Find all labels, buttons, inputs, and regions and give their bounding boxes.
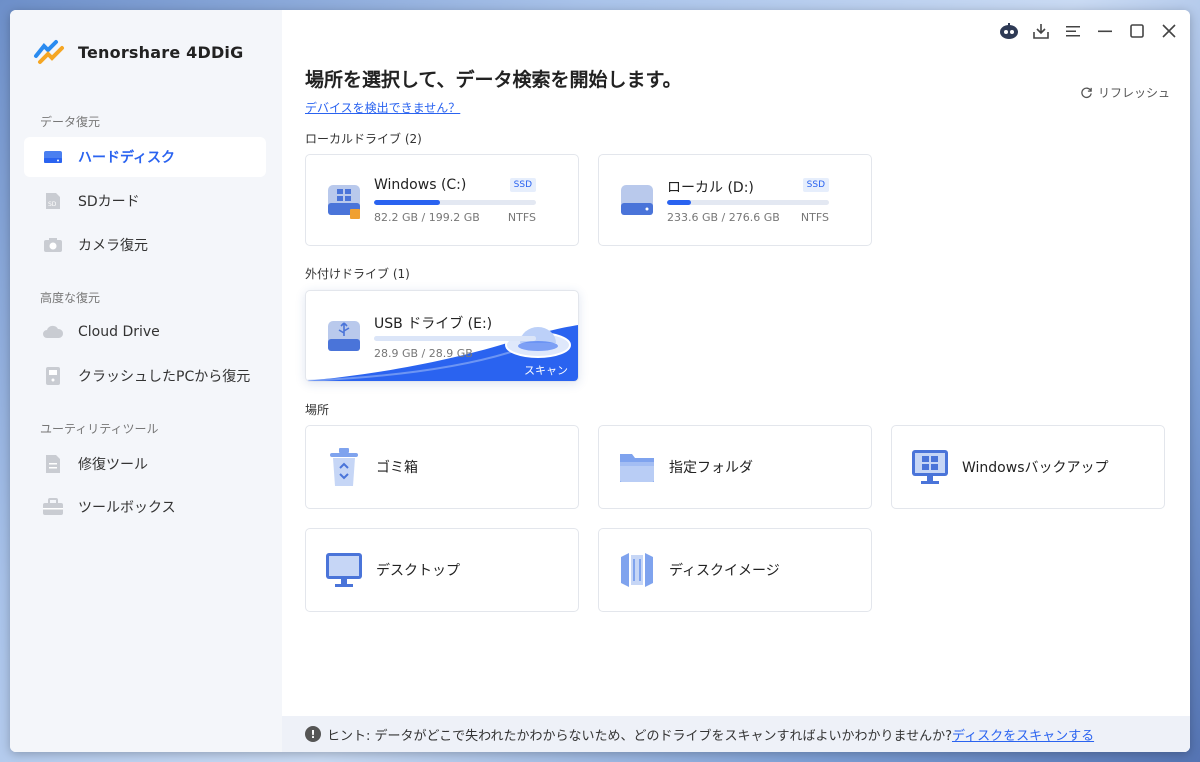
toolbox-icon [42, 496, 64, 518]
window-controls [998, 20, 1180, 42]
page-title: 場所を選択して、データ検索を開始します。 [305, 69, 682, 91]
windows-backup-icon [910, 446, 950, 488]
sidebar-item-camera[interactable]: カメラ復元 [24, 225, 266, 265]
external-drives-label: 外付けドライブ (1) [305, 267, 410, 281]
drive-filesystem: NTFS [800, 211, 829, 224]
drive-size: 82.2 GB / 199.2 GB [374, 211, 480, 224]
info-icon: ! [305, 726, 321, 742]
drive-card-usb[interactable]: USB ドライブ (E:) 28.9 GB / 28.9 GB スキャン [305, 290, 579, 382]
brand: Tenorshare 4DDiG [32, 38, 243, 66]
locations-label: 場所 [305, 403, 330, 417]
location-label: 指定フォルダ [669, 460, 753, 476]
sidebar-item-crashed-pc[interactable]: クラッシュしたPCから復元 [24, 356, 266, 396]
ufo-scan-icon [505, 327, 571, 358]
folder-icon [617, 446, 657, 488]
device-not-detected-link[interactable]: デバイスを検出できません？ [305, 99, 460, 116]
windows-drive-icon [328, 185, 360, 219]
usage-bar [374, 200, 536, 205]
sidebar-item-toolbox[interactable]: ツールボックス [24, 487, 266, 527]
refresh-button[interactable]: リフレッシュ [1080, 84, 1170, 101]
sidebar-item-label: SDカード [78, 194, 140, 210]
location-desktop[interactable]: デスクトップ [305, 528, 579, 612]
drive-size: 233.6 GB / 276.6 GB [667, 211, 780, 224]
repair-icon [42, 453, 64, 475]
drive-name: ローカル (D:) [667, 180, 754, 196]
recycle-bin-icon [324, 446, 364, 488]
app-window: Tenorshare 4DDiG データ復元 ハードディスク SD SDカード … [10, 10, 1190, 752]
sidebar-item-label: ハードディスク [78, 150, 176, 166]
usage-bar-fill [374, 336, 536, 341]
sidebar-item-repair-tool[interactable]: 修復ツール [24, 444, 266, 484]
location-label: ディスクイメージ [669, 563, 780, 579]
refresh-icon [1081, 87, 1092, 99]
desktop-icon [324, 549, 364, 591]
usage-bar-fill [374, 200, 441, 205]
usb-drive-icon [328, 321, 360, 351]
location-label: Windowsバックアップ [962, 460, 1109, 476]
sidebar-item-label: 修復ツール [78, 457, 148, 473]
camera-icon [42, 234, 64, 256]
section-title-utility-tools: ユーティリティツール [40, 422, 159, 436]
scan-disk-link[interactable]: ディスクをスキャンする [952, 725, 1094, 744]
sidebar: Tenorshare 4DDiG データ復元 ハードディスク SD SDカード … [10, 10, 282, 752]
minimize-icon[interactable] [1094, 20, 1116, 42]
sidebar-item-label: Cloud Drive [78, 324, 160, 340]
drive-name: Windows (C:) [374, 177, 467, 193]
cloud-icon [42, 321, 64, 343]
sidebar-item-label: ツールボックス [78, 500, 176, 516]
drive-name: USB ドライブ (E:) [374, 316, 493, 332]
drive-card-d[interactable]: ローカル (D:) SSD 233.6 GB / 276.6 GB NTFS [598, 154, 872, 246]
hard-disk-icon [621, 185, 653, 215]
location-label: デスクトップ [376, 563, 460, 579]
location-windows-backup[interactable]: Windowsバックアップ [891, 425, 1165, 509]
usage-bar [667, 200, 829, 205]
drive-size: 28.9 GB / 28.9 GB [374, 347, 473, 360]
ssd-badge: SSD [802, 178, 829, 192]
location-specified-folder[interactable]: 指定フォルダ [598, 425, 872, 509]
location-label: ゴミ箱 [376, 460, 418, 476]
app-logo-icon [34, 40, 64, 64]
hint-bar: ! ヒント: データがどこで失われたかわからないため、どのドライブをスキャンすれ… [282, 716, 1190, 752]
svg-text:SD: SD [48, 201, 57, 208]
maximize-icon[interactable] [1126, 20, 1148, 42]
sidebar-item-label: カメラ復元 [78, 238, 148, 254]
menu-icon[interactable] [1062, 20, 1084, 42]
sidebar-item-label: クラッシュしたPCから復元 [78, 369, 251, 385]
disk-image-icon [617, 549, 657, 591]
ssd-badge: SSD [509, 178, 536, 192]
app-name: Tenorshare 4DDiG [78, 42, 244, 62]
hint-text: ヒント: データがどこで失われたかわからないため、どのドライブをスキャンすればよ… [327, 728, 952, 744]
scan-button[interactable]: スキャン [524, 362, 568, 378]
sidebar-item-sd-card[interactable]: SD SDカード [24, 181, 266, 221]
assistant-bot-icon[interactable] [998, 20, 1020, 42]
crashed-pc-icon [42, 365, 64, 387]
sidebar-item-cloud-drive[interactable]: Cloud Drive [24, 312, 266, 352]
section-title-data-recovery: データ復元 [40, 115, 101, 129]
sidebar-item-hard-disk[interactable]: ハードディスク [24, 137, 266, 177]
drive-filesystem: NTFS [507, 211, 536, 224]
download-icon[interactable] [1030, 20, 1052, 42]
refresh-label: リフレッシュ [1097, 86, 1170, 100]
location-disk-image[interactable]: ディスクイメージ [598, 528, 872, 612]
main-panel: 場所を選択して、データ検索を開始します。 デバイスを検出できません？ リフレッシ… [282, 10, 1190, 752]
drive-card-c[interactable]: Windows (C:) SSD 82.2 GB / 199.2 GB NTFS [305, 154, 579, 246]
hard-disk-icon [42, 146, 64, 168]
usage-bar-fill [667, 200, 692, 205]
location-recycle-bin[interactable]: ゴミ箱 [305, 425, 579, 509]
sd-card-icon: SD [42, 190, 64, 212]
close-icon[interactable] [1158, 20, 1180, 42]
usage-bar [374, 336, 536, 341]
section-title-advanced-recovery: 高度な復元 [40, 291, 101, 305]
local-drives-label: ローカルドライブ (2) [305, 132, 422, 146]
